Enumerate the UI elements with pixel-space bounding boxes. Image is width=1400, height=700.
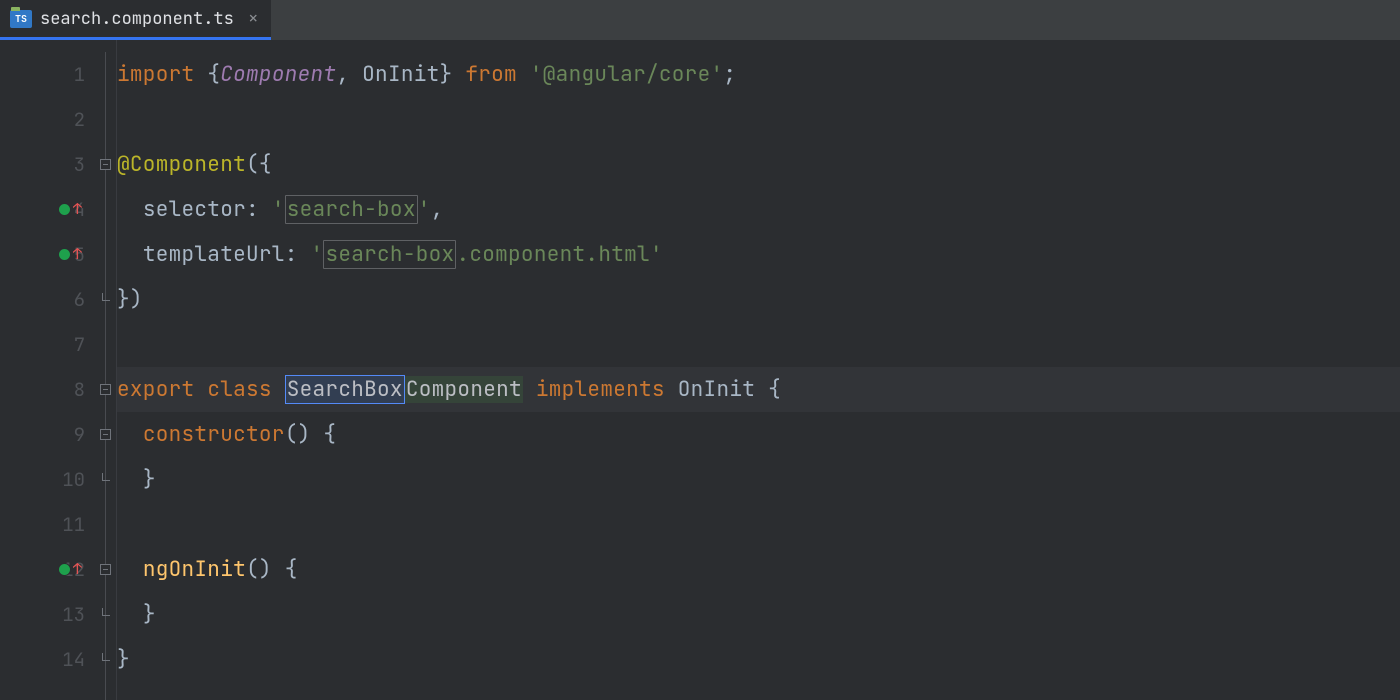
editor-tab[interactable]: TS search.component.ts ×	[0, 0, 271, 40]
code-line[interactable]	[117, 97, 1400, 142]
close-icon[interactable]: ×	[248, 7, 259, 30]
line-number: 1	[55, 62, 85, 87]
tab-bar: TS search.component.ts ×	[0, 0, 1400, 40]
code-line[interactable]	[117, 322, 1400, 367]
code-area[interactable]: import {Component, OnInit} from '@angula…	[117, 40, 1400, 700]
code-line[interactable]: }	[117, 457, 1400, 502]
fold-end-icon	[102, 653, 110, 661]
line-number: 8	[55, 377, 85, 402]
code-line-current[interactable]: export class SearchBoxComponent implemen…	[117, 367, 1400, 412]
line-number-gutter: 1 2 3 ↑4 ↑5 6 7 8 9 10 11 ↑12 13 14	[0, 40, 95, 700]
code-line[interactable]: selector: 'search-box',	[117, 187, 1400, 232]
code-line[interactable]: }	[117, 637, 1400, 682]
fold-toggle-icon[interactable]	[100, 564, 111, 575]
code-line[interactable]: import {Component, OnInit} from '@angula…	[117, 52, 1400, 97]
code-editor[interactable]: 1 2 3 ↑4 ↑5 6 7 8 9 10 11 ↑12 13 14 impo…	[0, 40, 1400, 700]
typescript-file-icon: TS	[10, 10, 32, 28]
line-number: 14	[55, 647, 85, 672]
override-marker-icon[interactable]: ↑	[58, 562, 82, 577]
code-line[interactable]: }	[117, 592, 1400, 637]
line-number: 6	[55, 287, 85, 312]
fold-end-icon	[102, 293, 110, 301]
line-number: 7	[55, 332, 85, 357]
code-line[interactable]: })	[117, 277, 1400, 322]
fold-toggle-icon[interactable]	[100, 429, 111, 440]
line-number: 3	[55, 152, 85, 177]
fold-gutter	[95, 40, 117, 700]
line-number: 11	[55, 512, 85, 537]
line-number: 13	[55, 602, 85, 627]
fold-toggle-icon[interactable]	[100, 384, 111, 395]
tab-title: search.component.ts	[40, 8, 234, 30]
code-line[interactable]: @Component({	[117, 142, 1400, 187]
line-number: 9	[55, 422, 85, 447]
code-line[interactable]: templateUrl: 'search-box.component.html'	[117, 232, 1400, 277]
rename-selection: SearchBox	[285, 375, 405, 404]
line-number: 2	[55, 107, 85, 132]
fold-end-icon	[102, 608, 110, 616]
override-marker-icon[interactable]: ↑	[58, 247, 82, 262]
fold-end-icon	[102, 473, 110, 481]
fold-toggle-icon[interactable]	[100, 159, 111, 170]
code-line[interactable]	[117, 502, 1400, 547]
code-line[interactable]: ngOnInit() {	[117, 547, 1400, 592]
line-number: 10	[55, 467, 85, 492]
override-marker-icon[interactable]: ↑	[58, 202, 82, 217]
code-line[interactable]: constructor() {	[117, 412, 1400, 457]
